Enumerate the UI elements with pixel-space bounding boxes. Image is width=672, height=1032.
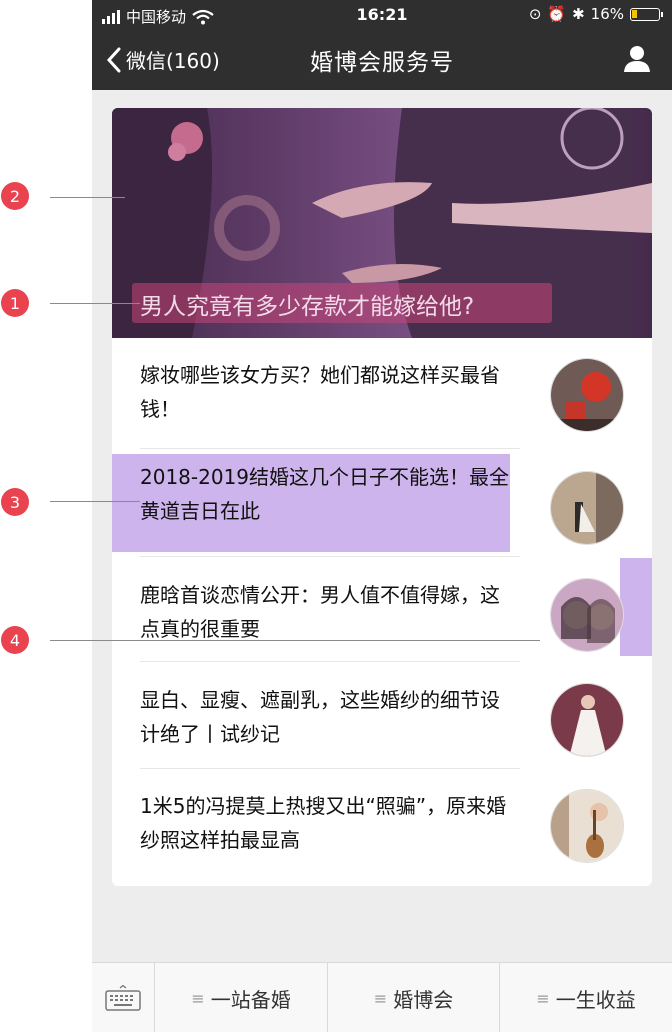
article-item-3[interactable]: 鹿晗首谈恋情公开：男人值不值得嫁，这点真的很重要 xyxy=(112,558,652,663)
article-title: 鹿晗首谈恋情公开：男人值不值得嫁，这点真的很重要 xyxy=(140,583,500,641)
hero-title: 男人究竟有多少存款才能嫁给他? xyxy=(132,283,552,323)
annotation-marker-3: 3 xyxy=(1,488,29,516)
menu-tab-label: 一生收益 xyxy=(555,987,636,1012)
menu-lines-icon: ≡ xyxy=(373,988,388,1008)
article-title: 嫁妆哪些该女方买？她们都说这样买最省钱！ xyxy=(140,363,500,421)
bottom-menu: ≡ 一站备婚 ≡ 婚博会 ≡ 一生收益 xyxy=(92,962,672,1032)
thumbnail-highlight xyxy=(620,558,652,656)
annotation-line-4 xyxy=(50,640,540,641)
battery-label: 16% xyxy=(590,5,624,23)
bluetooth-icon: ✱ xyxy=(572,5,585,23)
guitar-girl-image xyxy=(551,790,623,862)
menu-tab-expo[interactable]: ≡ 婚博会 xyxy=(327,963,499,1032)
article-item-1[interactable]: 嫁妆哪些该女方买？她们都说这样买最省钱！ xyxy=(112,338,652,443)
alarm-icon: ⏰ xyxy=(547,5,567,23)
annotation-gutter xyxy=(0,0,92,1032)
article-thumbnail xyxy=(550,578,624,652)
menu-tab-earnings[interactable]: ≡ 一生收益 xyxy=(499,963,672,1032)
page-title: 婚博会服务号 xyxy=(310,50,454,76)
annotation-marker-2: 2 xyxy=(1,182,29,210)
lock-rotation-icon: ⊙ xyxy=(528,5,542,23)
annotation-line-3 xyxy=(50,501,140,502)
lanterns-image xyxy=(551,359,623,431)
keyboard-icon xyxy=(105,985,141,1011)
annotation-line-1 xyxy=(50,303,140,304)
annotation-marker-4: 4 xyxy=(1,626,29,654)
article-title: 2018-2019结婚这几个日子不能选！最全黄道吉日在此 xyxy=(112,454,510,552)
couple-street-image xyxy=(551,472,623,544)
nav-bar: 微信(160) 婚博会服务号 xyxy=(92,30,672,90)
menu-lines-icon: ≡ xyxy=(191,988,205,1008)
annotation-line-2 xyxy=(50,197,125,198)
menu-tab-label: 一站备婚 xyxy=(210,987,291,1012)
hero-article[interactable]: 男人究竟有多少存款才能嫁给他? xyxy=(112,108,652,338)
article-item-2[interactable]: 2018-2019结婚这几个日子不能选！最全黄道吉日在此 xyxy=(112,451,652,556)
menu-tab-label: 婚博会 xyxy=(393,987,454,1012)
article-thumbnail xyxy=(550,358,624,432)
article-item-5[interactable]: 1米5的冯提莫上热搜又出“照骗”，原来婚纱照这样拍最显高 xyxy=(112,769,652,874)
keyboard-toggle-button[interactable] xyxy=(92,963,154,1032)
profile-icon[interactable] xyxy=(622,44,652,74)
two-people-image xyxy=(551,579,623,651)
article-thumbnail xyxy=(550,789,624,863)
article-item-4[interactable]: 显白、显瘦、遮副乳，这些婚纱的细节设计绝了丨试纱记 xyxy=(112,663,652,768)
wedding-dress-image xyxy=(551,684,623,756)
phone-screen: 中国移动 16:21 ⊙ ⏰ ✱ 16% 微信(160) 婚博会服务号 男人究竟… xyxy=(92,0,672,1032)
status-bar: 中国移动 16:21 ⊙ ⏰ ✱ 16% xyxy=(92,0,672,30)
annotation-marker-1: 1 xyxy=(1,289,29,317)
battery-icon xyxy=(630,7,663,21)
article-title: 1米5的冯提莫上热搜又出“照骗”，原来婚纱照这样拍最显高 xyxy=(140,794,507,852)
menu-lines-icon: ≡ xyxy=(536,988,550,1008)
menu-tab-one-stop[interactable]: ≡ 一站备婚 xyxy=(154,963,327,1032)
article-thumbnail xyxy=(550,471,624,545)
article-thumbnail xyxy=(550,683,624,757)
article-card: 男人究竟有多少存款才能嫁给他? 嫁妆哪些该女方买？她们都说这样买最省钱！ 201… xyxy=(112,108,652,886)
article-title: 显白、显瘦、遮副乳，这些婚纱的细节设计绝了丨试纱记 xyxy=(140,688,500,746)
